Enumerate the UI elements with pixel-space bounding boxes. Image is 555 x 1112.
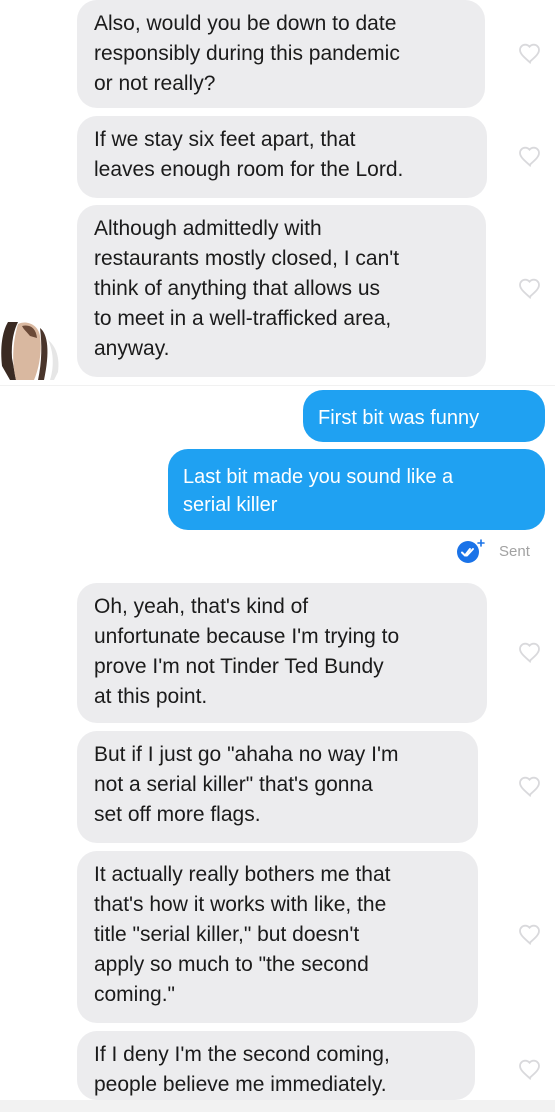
double-check-badge-icon [457,539,485,563]
sender-avatar[interactable] [0,318,66,380]
heart-outline-icon[interactable] [518,641,542,665]
heart-outline-icon[interactable] [518,277,542,301]
heart-outline-icon[interactable] [518,42,542,66]
heart-outline-icon[interactable] [518,923,542,947]
incoming-message[interactable]: But if I just go "ahaha no way I'm not a… [77,731,478,843]
incoming-message[interactable]: Oh, yeah, that's kind of unfortunate bec… [77,583,487,723]
divider [0,385,555,386]
heart-outline-icon[interactable] [518,775,542,799]
bottom-edge [0,1100,555,1112]
outgoing-message[interactable]: Last bit made you sound like a serial ki… [168,449,545,530]
incoming-message[interactable]: It actually really bothers me that that'… [77,851,478,1023]
sent-status: Sent [455,538,530,564]
outgoing-message[interactable]: First bit was funny [303,390,545,442]
heart-outline-icon[interactable] [518,1058,542,1082]
incoming-message[interactable]: If I deny I'm the second coming, people … [77,1031,475,1100]
incoming-message[interactable]: Also, would you be down to date responsi… [77,0,485,108]
incoming-message[interactable]: Although admittedly with restaurants mos… [77,205,486,377]
heart-outline-icon[interactable] [518,145,542,169]
incoming-message[interactable]: If we stay six feet apart, that leaves e… [77,116,487,198]
sent-label: Sent [499,542,530,560]
